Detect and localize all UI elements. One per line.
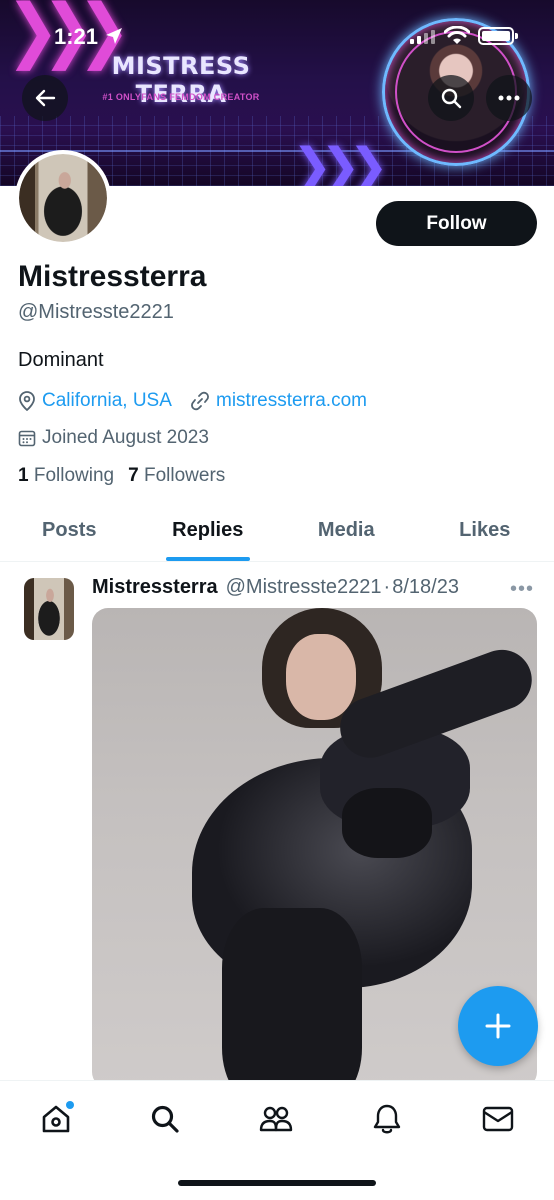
following-label: Following <box>33 465 115 486</box>
profile-tabs: Posts Replies Media Likes <box>0 500 554 562</box>
status-time: 1:21 <box>54 24 99 49</box>
post-author-name[interactable]: Mistressterra <box>92 576 218 599</box>
tab-likes[interactable]: Likes <box>416 500 554 561</box>
profile-joined-text: Joined August 2023 <box>42 427 209 448</box>
post-author-handle[interactable]: @Mistresste2221 <box>226 576 382 599</box>
profile-display-name: Mistressterra <box>18 260 207 293</box>
search-icon <box>151 1105 179 1133</box>
battery-icon <box>478 27 518 45</box>
location-arrow-icon <box>106 28 122 44</box>
nav-messages[interactable] <box>478 1099 518 1139</box>
more-dots-icon <box>498 95 520 101</box>
tab-media[interactable]: Media <box>277 500 416 561</box>
follow-counts: 1 Following 7 Followers <box>18 465 239 487</box>
back-arrow-icon <box>35 89 56 107</box>
search-icon <box>441 88 462 109</box>
home-notification-dot <box>66 1101 74 1109</box>
back-button[interactable] <box>22 75 68 121</box>
profile-avatar[interactable] <box>15 150 111 246</box>
home-indicator-bar <box>178 1180 376 1186</box>
post-header: Mistressterra @Mistresste2221 · 8/18/23 <box>92 576 459 599</box>
location-pin-icon <box>19 391 35 411</box>
followers-count-link[interactable]: 7 Followers <box>128 465 225 487</box>
banner-chevrons-icon: ❯❯❯ <box>292 138 389 186</box>
profile-location-text[interactable]: California, USA <box>42 390 172 412</box>
post-author-avatar[interactable] <box>24 578 74 640</box>
followers-label: Followers <box>143 465 226 486</box>
link-icon <box>191 391 209 411</box>
notifications-bell-icon <box>373 1104 401 1134</box>
profile-handle: @Mistresste2221 <box>18 301 174 323</box>
profile-bio: Dominant <box>18 349 104 371</box>
nav-notifications[interactable] <box>367 1099 407 1139</box>
messages-envelope-icon <box>482 1106 514 1132</box>
cellular-signal-icon <box>410 30 435 44</box>
profile-website-link[interactable]: mistressterra.com <box>216 390 367 412</box>
following-count: 1 <box>18 465 29 486</box>
post-date[interactable]: 8/18/23 <box>392 576 459 599</box>
profile-joined: Joined August 2023 <box>18 425 209 451</box>
tab-posts[interactable]: Posts <box>0 500 139 561</box>
compose-post-button[interactable] <box>458 986 538 1066</box>
communities-icon <box>259 1106 293 1132</box>
following-count-link[interactable]: 1 Following <box>18 465 114 487</box>
more-options-button[interactable] <box>486 75 532 121</box>
follow-button[interactable]: Follow <box>376 201 537 246</box>
post-separator: · <box>383 576 391 598</box>
plus-icon <box>485 1013 511 1039</box>
post-more-icon[interactable]: ••• <box>510 578 534 601</box>
nav-explore[interactable] <box>145 1099 185 1139</box>
profile-search-button[interactable] <box>428 75 474 121</box>
followers-count: 7 <box>128 465 139 486</box>
calendar-icon <box>18 430 36 447</box>
profile-website[interactable]: mistressterra.com <box>190 388 367 414</box>
nav-communities[interactable] <box>256 1099 296 1139</box>
profile-location[interactable]: California, USA <box>18 388 172 414</box>
tab-replies[interactable]: Replies <box>139 500 278 561</box>
wifi-icon <box>444 26 470 44</box>
nav-home[interactable] <box>36 1099 76 1139</box>
banner-subtitle: #1 ONLYFANS FEMDOM CREATOR <box>102 92 260 102</box>
